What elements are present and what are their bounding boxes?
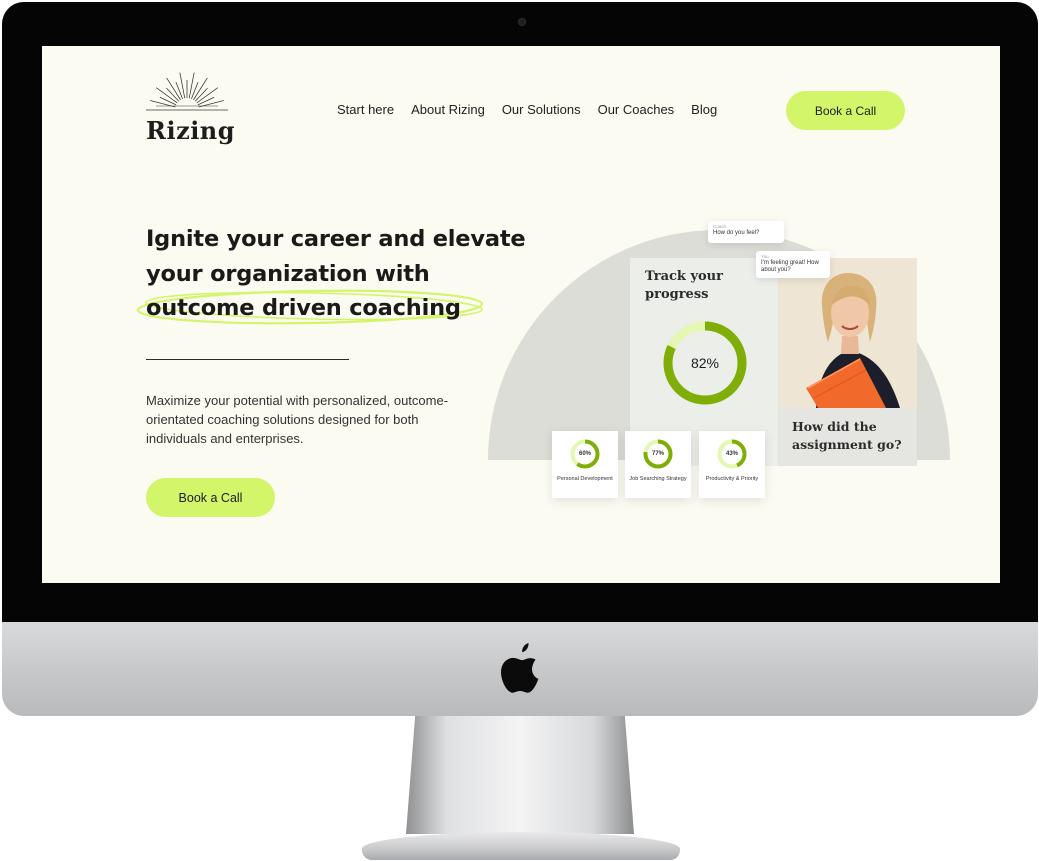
logo-wordmark: Rizing [146, 116, 236, 145]
coach-photo [778, 258, 917, 408]
apple-logo-icon [501, 643, 539, 693]
woman-portrait-image [778, 258, 917, 408]
mini-label: Productivity & Priority [705, 476, 759, 482]
mini-card-personal-development: 60% Personal Development [552, 431, 618, 498]
logo-ray [175, 81, 183, 99]
chat-bubble-question: Coach How do you feel? [708, 221, 784, 243]
nav-item-about[interactable]: About Rizing [411, 102, 485, 117]
camera-icon [518, 18, 526, 26]
hero-subtitle: Maximize your potential with personalize… [146, 393, 449, 446]
mini-percent: 60% [578, 451, 591, 457]
website-screen: Rizing Start here About Rizing Our Solut… [42, 46, 1000, 583]
mini-percent: 43% [725, 451, 738, 457]
mini-label: Job Searching Strategy [629, 476, 687, 482]
nav-item-blog[interactable]: Blog [691, 102, 717, 117]
hero-title-line-3: outcome driven coaching [146, 295, 461, 321]
nav-item-start-here[interactable]: Start here [337, 102, 394, 117]
site-logo[interactable]: Rizing [144, 70, 235, 150]
nav-item-solutions[interactable]: Our Solutions [502, 102, 581, 117]
mini-percent: 77% [651, 451, 664, 457]
nav-item-coaches[interactable]: Our Coaches [598, 102, 675, 117]
chat-message: I'm feeling great! How about you? [761, 260, 819, 273]
main-nav: Start here About Rizing Our Solutions Ou… [337, 102, 734, 117]
hero-book-call-button[interactable]: Book a Call [146, 478, 275, 517]
chat-message: How do you feel? [713, 230, 760, 236]
hero-title-line-1: Ignite your career and elevate [146, 226, 526, 252]
mini-card-job-searching: 77% Job Searching Strategy [625, 431, 691, 498]
header-book-call-button[interactable]: Book a Call [786, 91, 905, 130]
logo-ray [191, 81, 199, 99]
assignment-question: How did the assignment go? [778, 408, 917, 466]
sunrise-rays-icon [146, 72, 228, 111]
monitor-stand-neck [406, 716, 634, 834]
mini-label: Personal Development [557, 476, 613, 482]
hero-title-line-2: your organization with [146, 260, 430, 287]
monitor-stand-base [362, 832, 680, 860]
hero-divider [146, 359, 349, 360]
progress-percent: 82% [690, 355, 720, 371]
mini-card-productivity: 43% Productivity & Priority [699, 431, 765, 498]
hero-title-highlight: outcome driven coaching [136, 289, 484, 326]
chat-bubble-answer: You I'm feeling great! How about you? [756, 251, 830, 278]
hero-title: Ignite your career and elevate your orga… [136, 222, 546, 326]
track-progress-title: Track your progress [645, 269, 723, 302]
